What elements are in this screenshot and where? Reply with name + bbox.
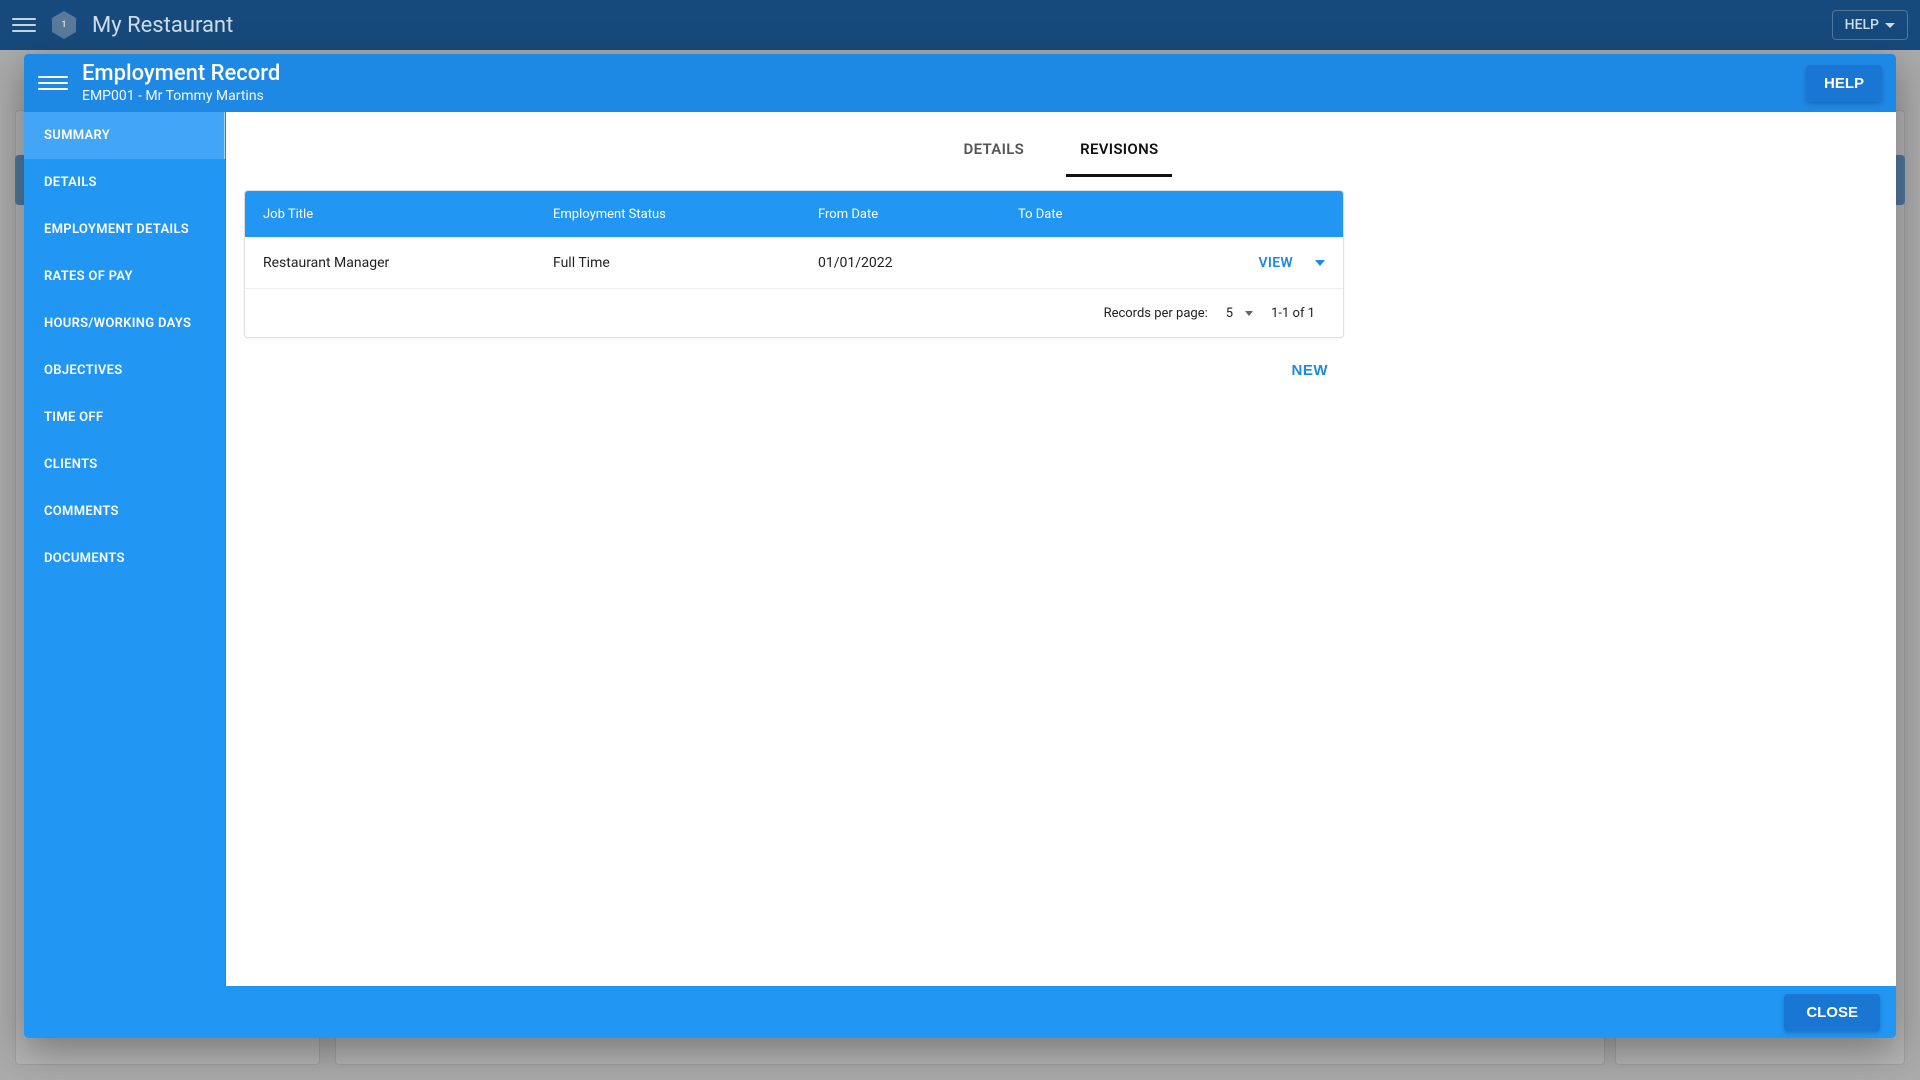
revisions-table: Job Title Employment Status From Date To… — [244, 190, 1344, 338]
cell-from-date: 01/01/2022 — [800, 255, 1000, 271]
th-employment-status: Employment Status — [535, 207, 800, 222]
cell-actions: VIEW — [1170, 255, 1343, 271]
cell-employment-status: Full Time — [535, 255, 800, 271]
dialog-help-button[interactable]: HELP — [1806, 65, 1882, 102]
new-action-row: NEW — [244, 356, 1344, 385]
records-per-page-value: 5 — [1226, 306, 1233, 321]
sidebar-item-details[interactable]: DETAILS — [24, 159, 225, 206]
new-button[interactable]: NEW — [1276, 356, 1345, 385]
tabs: DETAILS REVISIONS — [244, 124, 1878, 178]
sidebar-item-time-off[interactable]: TIME OFF — [24, 394, 225, 441]
dialog-main: DETAILS REVISIONS Job Title Employment S… — [226, 112, 1896, 986]
dialog-subtitle: EMP001 - Mr Tommy Martins — [82, 88, 280, 105]
th-job-title: Job Title — [245, 207, 535, 222]
dialog-footer: CLOSE — [24, 986, 1896, 1038]
close-button[interactable]: CLOSE — [1784, 994, 1880, 1031]
table-footer: Records per page: 5 1-1 of 1 — [245, 289, 1343, 337]
dialog-sidebar: SUMMARY DETAILS EMPLOYMENT DETAILS RATES… — [24, 112, 226, 986]
records-per-page-label: Records per page: — [1104, 306, 1208, 321]
th-from-date: From Date — [800, 207, 1000, 222]
row-menu-icon[interactable] — [1315, 260, 1325, 266]
cell-job-title: Restaurant Manager — [245, 255, 535, 271]
view-button[interactable]: VIEW — [1258, 255, 1293, 271]
app-title: My Restaurant — [92, 13, 233, 38]
dialog-body: SUMMARY DETAILS EMPLOYMENT DETAILS RATES… — [24, 112, 1896, 986]
dialog-menu-icon[interactable] — [38, 68, 68, 98]
dialog-titles: Employment Record EMP001 - Mr Tommy Mart… — [82, 61, 280, 104]
table-row: Restaurant Manager Full Time 01/01/2022 … — [245, 237, 1343, 289]
dialog-title: Employment Record — [82, 61, 280, 87]
chevron-down-icon — [1245, 311, 1253, 316]
sidebar-item-summary[interactable]: SUMMARY — [24, 112, 225, 159]
sidebar-item-employment-details[interactable]: EMPLOYMENT DETAILS — [24, 206, 225, 253]
tab-revisions[interactable]: REVISIONS — [1066, 124, 1172, 177]
sidebar-item-clients[interactable]: CLIENTS — [24, 441, 225, 488]
records-per-page-select[interactable]: 5 — [1226, 306, 1253, 321]
sidebar-item-rates-of-pay[interactable]: RATES OF PAY — [24, 253, 225, 300]
pagination-range: 1-1 of 1 — [1271, 306, 1315, 321]
th-to-date: To Date — [1000, 207, 1170, 222]
app-bar: 1 My Restaurant HELP — [0, 0, 1920, 50]
app-logo-icon: 1 — [50, 11, 78, 39]
employment-record-dialog: Employment Record EMP001 - Mr Tommy Mart… — [24, 54, 1896, 1038]
chevron-down-icon — [1885, 23, 1895, 28]
app-help-label: HELP — [1845, 17, 1879, 33]
app-help-button[interactable]: HELP — [1832, 10, 1908, 40]
tab-details[interactable]: DETAILS — [950, 124, 1039, 177]
sidebar-item-comments[interactable]: COMMENTS — [24, 488, 225, 535]
sidebar-item-hours-working-days[interactable]: HOURS/WORKING DAYS — [24, 300, 225, 347]
sidebar-item-documents[interactable]: DOCUMENTS — [24, 535, 225, 582]
table-header-row: Job Title Employment Status From Date To… — [245, 191, 1343, 237]
app-menu-icon[interactable] — [12, 13, 36, 37]
dialog-header: Employment Record EMP001 - Mr Tommy Mart… — [24, 54, 1896, 112]
sidebar-item-objectives[interactable]: OBJECTIVES — [24, 347, 225, 394]
